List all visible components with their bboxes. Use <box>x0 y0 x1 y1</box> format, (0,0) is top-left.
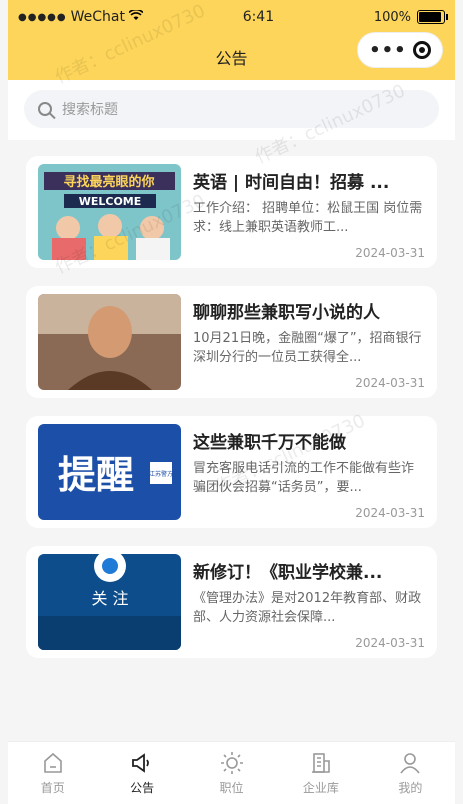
article-list: 寻找最亮眼的你 WELCOME 英语 | 时间自由！招募 ... 工作介绍： 招… <box>8 140 455 658</box>
sun-icon <box>220 751 243 774</box>
article-title: 英语 | 时间自由！招募 ... <box>193 173 390 193</box>
article-summary: 《管理办法》是对2012年教育部、财政部、人力资源社会保障... <box>193 591 422 625</box>
article-card[interactable]: 提醒 江苏警方 这些兼职千万不能做 冒充客服电话引流的工作不能做有些诈骗团伙会招… <box>26 416 437 528</box>
tab-profile[interactable]: 我的 <box>366 742 455 804</box>
phone-frame: ●●●●● WeChat 6:41 100% 公告 ••• 搜索标题 寻找最亮眼… <box>8 0 455 804</box>
article-date: 2024-03-31 <box>355 246 425 260</box>
article-title: 聊聊那些兼职写小说的人 <box>193 303 380 323</box>
search-input[interactable]: 搜索标题 <box>24 90 439 128</box>
home-icon <box>43 752 62 773</box>
wifi-icon <box>128 8 144 25</box>
tab-label: 职位 <box>219 780 244 795</box>
battery-icon <box>417 10 448 24</box>
user-icon <box>400 752 420 773</box>
thumb-warning-text: 提醒 <box>58 453 134 497</box>
thumb-follow-text: 关 注 <box>91 589 128 608</box>
article-thumbnail <box>38 294 181 390</box>
search-bar: 搜索标题 <box>8 80 455 140</box>
search-icon <box>38 102 52 116</box>
tab-label: 我的 <box>398 780 423 795</box>
tab-label: 企业库 <box>302 780 339 795</box>
thumb-headline: 寻找最亮眼的你 <box>63 174 154 190</box>
tab-label: 公告 <box>130 780 155 795</box>
tab-bar: 首页 公告 职位 企业库 我的 <box>8 741 455 804</box>
tab-label: 首页 <box>40 780 65 795</box>
article-title: 新修订！《职业学校兼... <box>193 563 383 583</box>
search-placeholder: 搜索标题 <box>62 102 118 118</box>
clock: 6:41 <box>242 9 275 25</box>
close-miniprogram-icon[interactable] <box>412 41 431 59</box>
article-date: 2024-03-31 <box>355 636 425 650</box>
tab-announcements[interactable]: 公告 <box>97 742 186 804</box>
tab-home[interactable]: 首页 <box>8 742 97 804</box>
article-summary: 工作介绍： 招聘单位：松鼠王国 岗位需求：线上兼职英语教师工... <box>193 201 423 235</box>
nav-bar: 公告 ••• <box>8 32 455 80</box>
article-thumbnail: 寻找最亮眼的你 WELCOME <box>38 164 181 260</box>
thumb-welcome: WELCOME <box>79 195 142 208</box>
article-summary: 冒充客服电话引流的工作不能做有些诈骗团伙会招募“话务员”，要... <box>193 461 415 495</box>
article-card[interactable]: 聊聊那些兼职写小说的人 10月21日晚，金融圈“爆了”，招商银行深圳分行的一位员… <box>26 286 437 398</box>
battery-percent: 100% <box>373 9 411 25</box>
article-card[interactable]: 寻找最亮眼的你 WELCOME 英语 | 时间自由！招募 ... 工作介绍： 招… <box>26 156 437 268</box>
article-thumbnail: 关 注 <box>38 554 181 650</box>
signal-icon: ●●●●● <box>18 11 67 23</box>
carrier-label: WeChat <box>70 9 125 25</box>
miniprogram-capsule: ••• <box>357 32 443 68</box>
building-icon <box>311 752 330 773</box>
article-date: 2024-03-31 <box>355 376 425 390</box>
thumb-badge: 江苏警方 <box>149 470 173 478</box>
article-summary: 10月21日晚，金融圈“爆了”，招商银行深圳分行的一位员工获得全... <box>193 331 422 365</box>
page-title: 公告 <box>215 49 248 68</box>
more-icon[interactable]: ••• <box>369 40 407 61</box>
megaphone-icon <box>132 752 150 773</box>
tab-companies[interactable]: 企业库 <box>276 742 365 804</box>
article-thumbnail: 提醒 江苏警方 <box>38 424 181 520</box>
article-title: 这些兼职千万不能做 <box>193 433 346 453</box>
article-date: 2024-03-31 <box>355 506 425 520</box>
article-card[interactable]: 关 注 新修订！《职业学校兼... 《管理办法》是对2012年教育部、财政部、人… <box>26 546 437 658</box>
status-bar: ●●●●● WeChat 6:41 100% <box>8 0 455 34</box>
tab-jobs[interactable]: 职位 <box>187 742 276 804</box>
